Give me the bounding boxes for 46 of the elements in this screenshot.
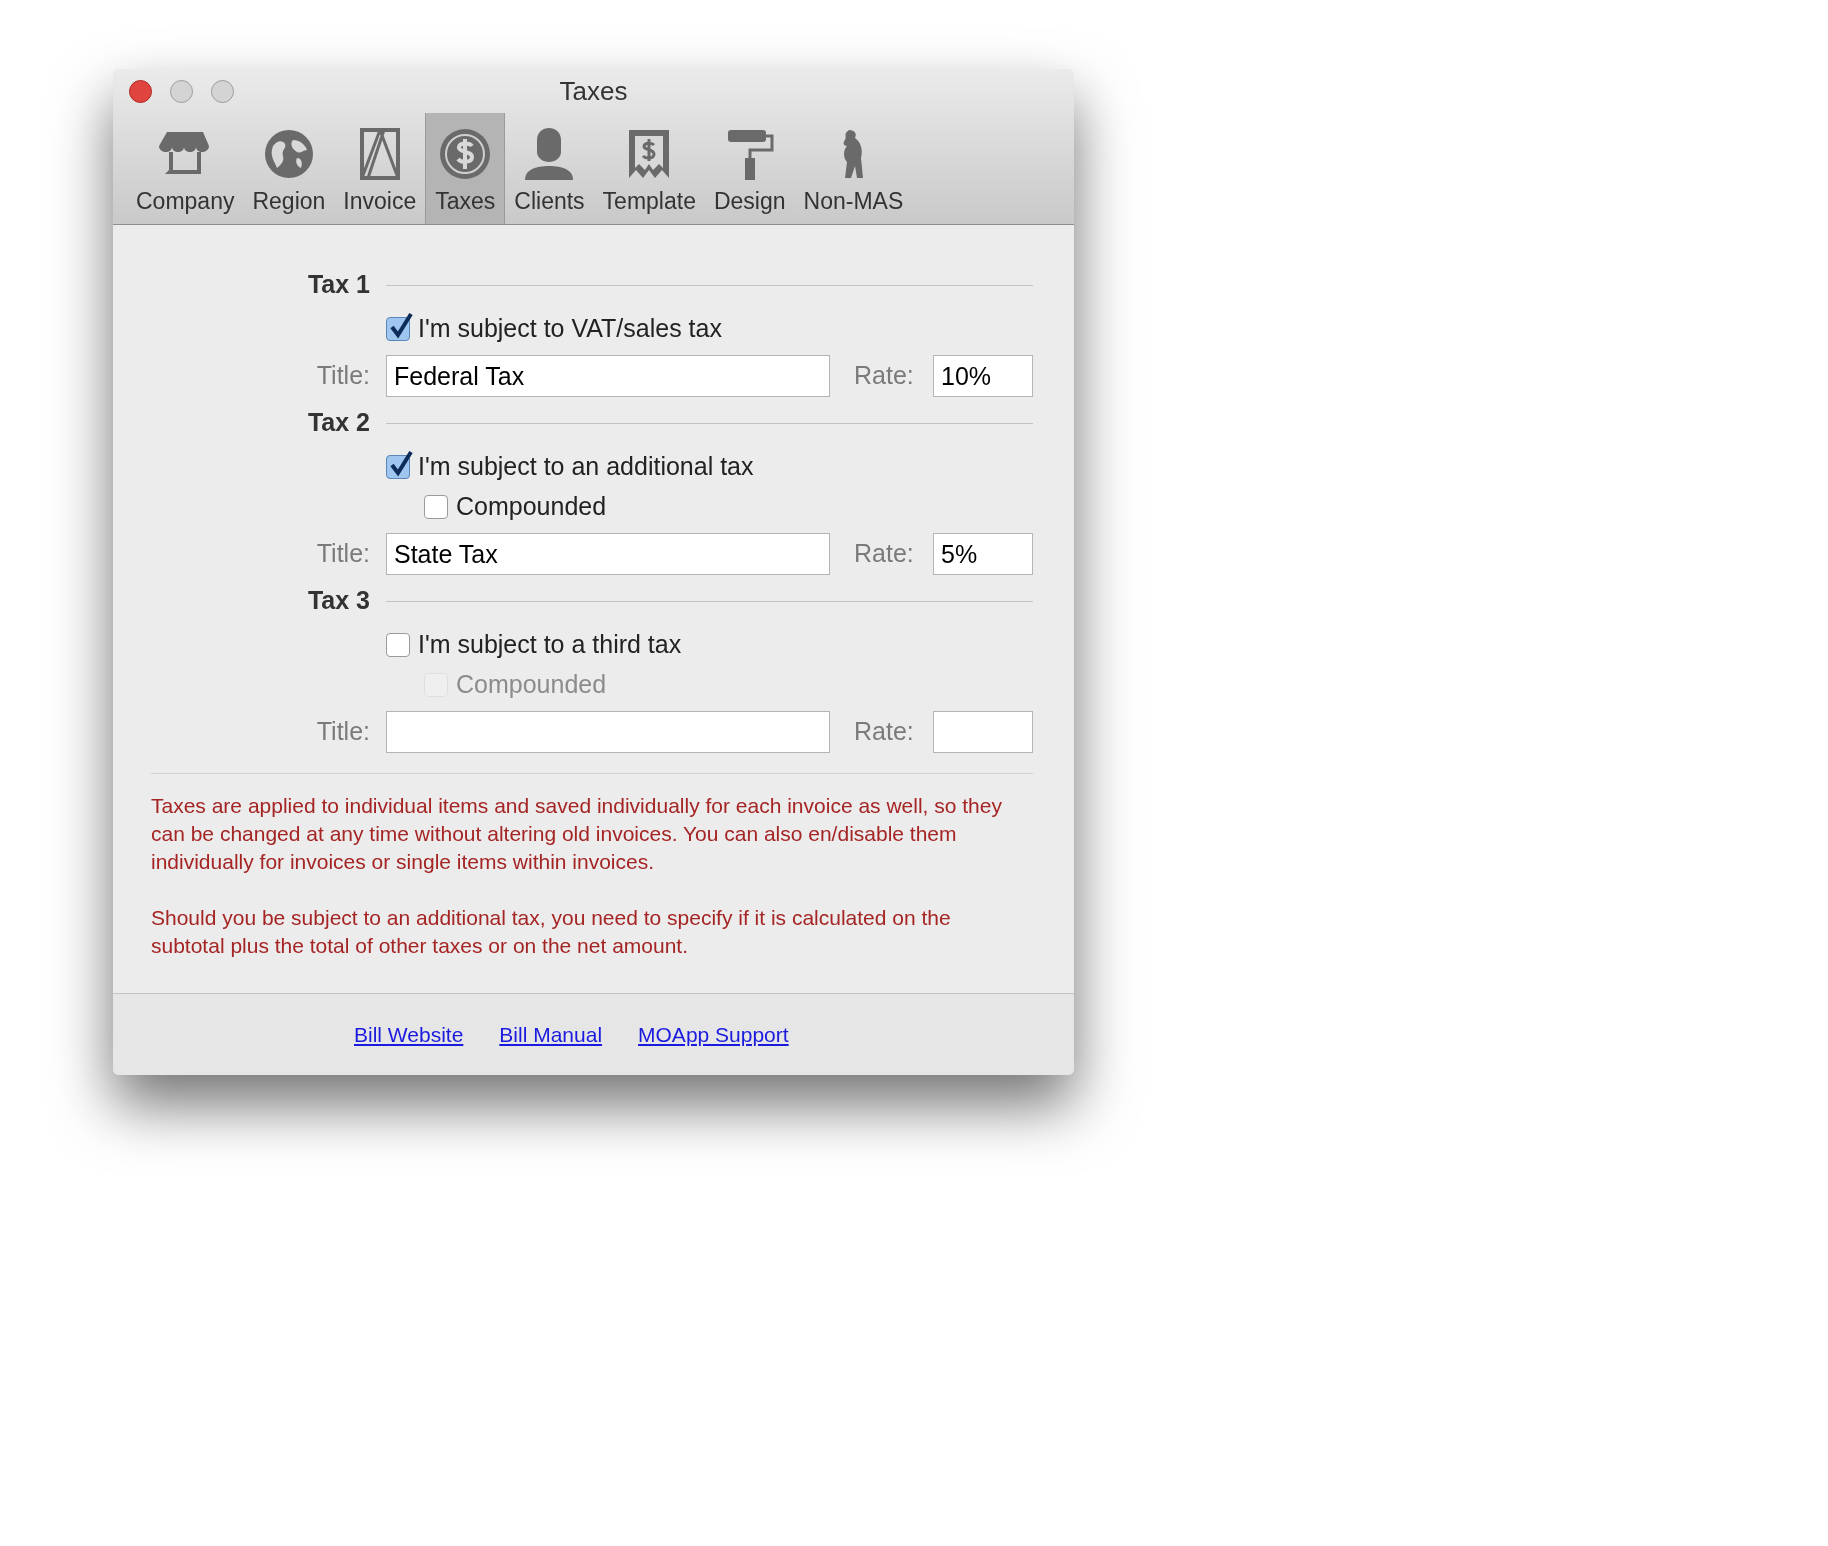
toolbar-tab[interactable]: Template [593, 113, 705, 224]
window-title: Taxes [559, 74, 628, 108]
title-field[interactable]: State Tax [386, 533, 830, 575]
close-button[interactable] [129, 80, 152, 103]
section-heading: Tax 1 [306, 269, 370, 301]
title-field[interactable]: Federal Tax [386, 355, 830, 397]
checkbox-option[interactable]: Compounded [424, 487, 1074, 527]
toolbar-tab[interactable]: Region [243, 113, 335, 224]
checkbox-label: I'm subject to a third tax [418, 629, 682, 661]
rate-label: Rate: [854, 360, 915, 392]
checkbox-label: Compounded [456, 669, 607, 701]
rate-field[interactable]: 5% [933, 533, 1033, 575]
rate-field[interactable]: 10% [933, 355, 1033, 397]
info-paragraph: Taxes are applied to individual items and saved individually for each invoice as well, so they can be changed at any time without altering old invoices. You can also en/disable them individually for invoices or single items within invoices. [151, 793, 1003, 875]
footer-link[interactable]: MOApp Support [638, 1018, 789, 1051]
footer-link[interactable]: Bill Website [354, 1018, 464, 1051]
checkbox[interactable] [424, 495, 448, 519]
zoom-button[interactable] [211, 80, 234, 103]
rate-field[interactable] [933, 711, 1033, 753]
rate-label: Rate: [854, 716, 915, 748]
person-icon [523, 125, 576, 182]
toolbar-tab[interactable]: Invoice [334, 113, 426, 224]
checkbox-label: Compounded [456, 491, 607, 523]
checkbox[interactable] [386, 633, 410, 657]
toolbar-tab[interactable]: Company [127, 113, 244, 224]
section-heading: Tax 2 [306, 407, 370, 439]
checkmark-icon [389, 312, 413, 340]
checkbox-option[interactable]: I'm subject to VAT/sales tax [386, 309, 1074, 349]
title-label: Title: [315, 538, 370, 570]
footer-link[interactable]: Bill Manual [499, 1018, 603, 1051]
checkbox-label: I'm subject to an additional tax [418, 451, 754, 483]
title-label: Title: [315, 716, 370, 748]
section-heading: Tax 3 [306, 585, 370, 617]
rate-label: Rate: [854, 538, 915, 570]
title-label: Title: [315, 360, 370, 392]
toolbar-tab[interactable]: Taxes [425, 113, 506, 224]
toolbar-tab[interactable]: Clients [505, 113, 594, 224]
checkmark-icon [389, 450, 413, 478]
info-paragraph: Should you be subject to an additional tax, you need to specify if it is calculated on the subtotal plus the total of other taxes or on the net amount. [151, 905, 952, 959]
checkbox-option[interactable]: I'm subject to an additional tax [386, 447, 1074, 487]
checkbox-label: I'm subject to VAT/sales tax [418, 313, 722, 345]
toolbar-tab[interactable]: Design [704, 113, 795, 224]
toolbar-tab[interactable]: Non-MAS [794, 113, 913, 224]
title-field[interactable] [386, 711, 830, 753]
minimize-button[interactable] [170, 80, 193, 103]
checkbox-option[interactable]: I'm subject to a third tax [386, 625, 1074, 665]
